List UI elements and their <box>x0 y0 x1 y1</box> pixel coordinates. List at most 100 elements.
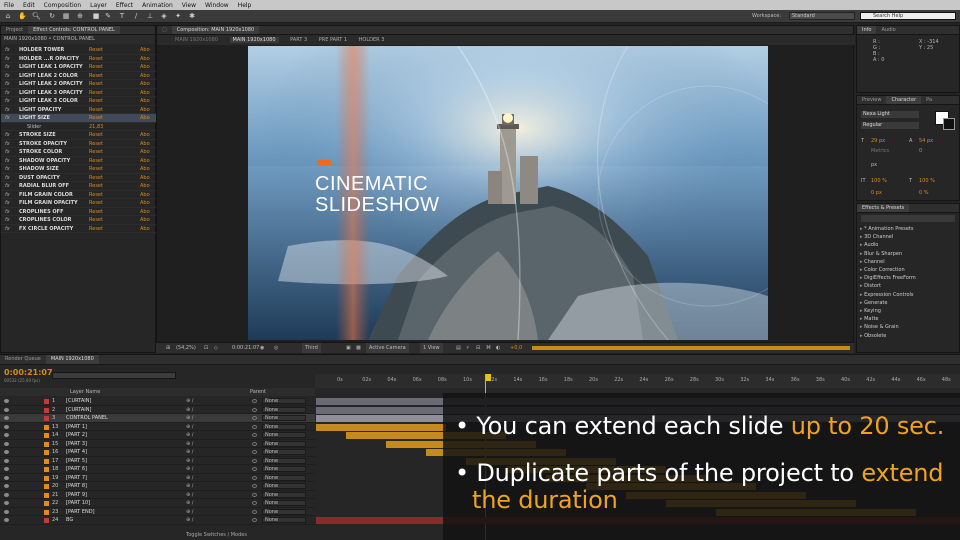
composition-viewer[interactable]: CINEMATIC SLIDESHOW <box>248 46 768 340</box>
effects-category[interactable]: ▸ Blur & Sharpen <box>860 251 902 257</box>
resolution-select[interactable]: Third <box>302 343 321 353</box>
pick-whip-icon[interactable] <box>252 458 257 463</box>
effects-category[interactable]: ▸ Matte <box>860 316 878 322</box>
effects-category[interactable]: ▸ 3D Channel <box>860 234 893 240</box>
visibility-eye-icon[interactable] <box>4 458 9 463</box>
layer-row[interactable]: 19 [PART 7] ⊕ ∕ None <box>0 474 315 482</box>
effect-row[interactable]: fx HOLDER ...R OPACITY Reset Abo <box>1 55 156 64</box>
view-layout-select[interactable]: 1 View <box>420 343 443 353</box>
effects-category[interactable]: ▸ Noise & Grain <box>860 324 899 330</box>
fx-icon[interactable]: fx <box>5 174 10 183</box>
fx-icon[interactable]: fx <box>5 140 10 149</box>
layer-name[interactable]: [PART 10] <box>66 499 90 507</box>
menu-item-view[interactable]: View <box>182 2 196 9</box>
about-link[interactable]: Abo <box>140 148 150 157</box>
pick-whip-icon[interactable] <box>252 407 257 412</box>
parent-select[interactable]: None <box>262 474 306 481</box>
visibility-eye-icon[interactable] <box>4 501 9 505</box>
font-size-value[interactable]: 29 px <box>871 138 885 144</box>
camera-select[interactable]: Active Camera <box>366 343 409 353</box>
home-icon[interactable]: ⌂ <box>4 12 12 20</box>
fx-icon[interactable]: fx <box>5 55 10 64</box>
time-ruler[interactable]: 0s 02s 04s 06s 08s 10s 12s 14s 16s 18s 20s 22s 24s 26… <box>315 374 960 388</box>
layer-switches[interactable]: ⊕ ∕ <box>186 423 193 431</box>
effects-category[interactable]: ▸ Obsolete <box>860 333 886 339</box>
parent-select[interactable]: None <box>262 508 306 515</box>
reset-link[interactable]: Reset <box>89 106 103 115</box>
effect-row[interactable]: fx FILM GRAIN OPACITY Reset Abo <box>1 199 156 208</box>
fx-icon[interactable]: fx <box>5 97 10 106</box>
layer-name[interactable]: [PART 3] <box>66 440 87 448</box>
camera-icon[interactable]: ▦ <box>62 12 70 20</box>
fx-icon[interactable]: fx <box>5 106 10 115</box>
fx-icon[interactable]: fx <box>5 165 10 174</box>
parent-select[interactable]: None <box>262 423 306 430</box>
layer-switches[interactable]: ⊕ ∕ <box>186 406 193 414</box>
layer-switches[interactable]: ⊕ ∕ <box>186 516 193 524</box>
toggle-pixel-icon[interactable]: ▤ <box>456 343 461 353</box>
label-color-swatch[interactable] <box>44 416 49 421</box>
reset-link[interactable]: Reset <box>89 148 103 157</box>
tab-effects-presets[interactable]: Effects & Presets <box>857 204 910 212</box>
label-color-swatch[interactable] <box>44 450 49 455</box>
reset-link[interactable]: Reset <box>89 191 103 200</box>
tab-preview[interactable]: Preview <box>857 96 886 104</box>
effect-row[interactable]: fx LIGHT SIZE Reset Abo <box>1 114 156 123</box>
about-link[interactable]: Abo <box>140 106 150 115</box>
layer-switches[interactable]: ⊕ ∕ <box>186 457 193 465</box>
layer-row[interactable]: 23 [PART END] ⊕ ∕ None <box>0 508 315 516</box>
about-link[interactable]: Abo <box>140 157 150 166</box>
effect-row[interactable]: fx STROKE OPACITY Reset Abo <box>1 140 156 149</box>
subtab-main-inactive[interactable]: MAIN 1920x1080 <box>175 37 218 43</box>
label-color-swatch[interactable] <box>44 458 49 464</box>
label-color-swatch[interactable] <box>44 433 49 438</box>
subtab-main[interactable]: MAIN 1920x1080 <box>229 37 279 43</box>
layer-name[interactable]: [PART 6] <box>66 465 87 473</box>
rectangle-icon[interactable]: ■ <box>92 12 100 20</box>
label-color-swatch[interactable] <box>44 509 49 515</box>
pick-whip-icon[interactable] <box>252 501 257 505</box>
pick-whip-icon[interactable] <box>252 450 257 454</box>
fx-icon[interactable]: fx <box>5 225 10 234</box>
zoom-icon[interactable]: 🔍︎ <box>32 12 41 20</box>
reset-link[interactable]: Reset <box>89 55 103 64</box>
effect-row[interactable]: fx LIGHT OPACITY Reset Abo <box>1 106 156 115</box>
fx-icon[interactable]: fx <box>5 182 10 191</box>
layer-row[interactable]: 21 [PART 9] ⊕ ∕ None <box>0 491 315 499</box>
pick-whip-icon[interactable] <box>252 424 257 429</box>
effects-category[interactable]: ▸ Distort <box>860 283 881 289</box>
pick-whip-icon[interactable] <box>252 433 257 437</box>
layer-duration-bar[interactable] <box>316 423 446 431</box>
effects-category[interactable]: ▸ Generate <box>860 300 887 306</box>
layer-name[interactable]: [PART 4] <box>66 448 87 456</box>
label-color-swatch[interactable] <box>44 441 49 447</box>
layer-name[interactable]: [PART 2] <box>66 431 87 439</box>
menu-item-help[interactable]: Help <box>238 2 252 9</box>
safe-zone-icon[interactable]: ⊡ <box>204 343 208 353</box>
about-link[interactable]: Abo <box>140 114 150 123</box>
reset-link[interactable]: Reset <box>89 157 103 166</box>
kerning-value[interactable]: Metrics <box>871 148 889 154</box>
effects-category[interactable]: ▸ Audio <box>860 242 878 248</box>
fx-icon[interactable]: fx <box>5 80 10 89</box>
visibility-eye-icon[interactable] <box>4 484 9 488</box>
eraser-icon[interactable]: ◈ <box>160 12 168 20</box>
layer-row[interactable]: 16 [PART 4] ⊕ ∕ None <box>0 448 315 457</box>
reset-link[interactable]: Reset <box>89 114 103 123</box>
slider-row[interactable]: Slider 21,83 <box>1 123 156 131</box>
parent-select[interactable]: None <box>262 466 306 472</box>
visibility-eye-icon[interactable] <box>4 433 9 437</box>
effect-row[interactable]: fx FILM GRAIN COLOR Reset Abo <box>1 191 156 200</box>
visibility-eye-icon[interactable] <box>4 416 9 420</box>
workspace-select[interactable]: Standard <box>789 12 855 20</box>
effect-row[interactable]: fx HOLDER TOWER Reset Abo <box>1 46 156 55</box>
pick-whip-icon[interactable] <box>252 475 257 480</box>
layer-name[interactable]: [PART END] <box>66 508 95 516</box>
pick-whip-icon[interactable] <box>252 492 257 497</box>
subtab-pre-part-1[interactable]: PRE PART 1 <box>319 37 347 43</box>
menu-item-edit[interactable]: Edit <box>23 2 35 9</box>
channel-icon[interactable]: ◎ <box>274 343 278 353</box>
pick-whip-icon[interactable] <box>252 416 257 420</box>
reset-link[interactable]: Reset <box>89 165 103 174</box>
tab-paragraph[interactable]: Pa <box>921 96 937 104</box>
